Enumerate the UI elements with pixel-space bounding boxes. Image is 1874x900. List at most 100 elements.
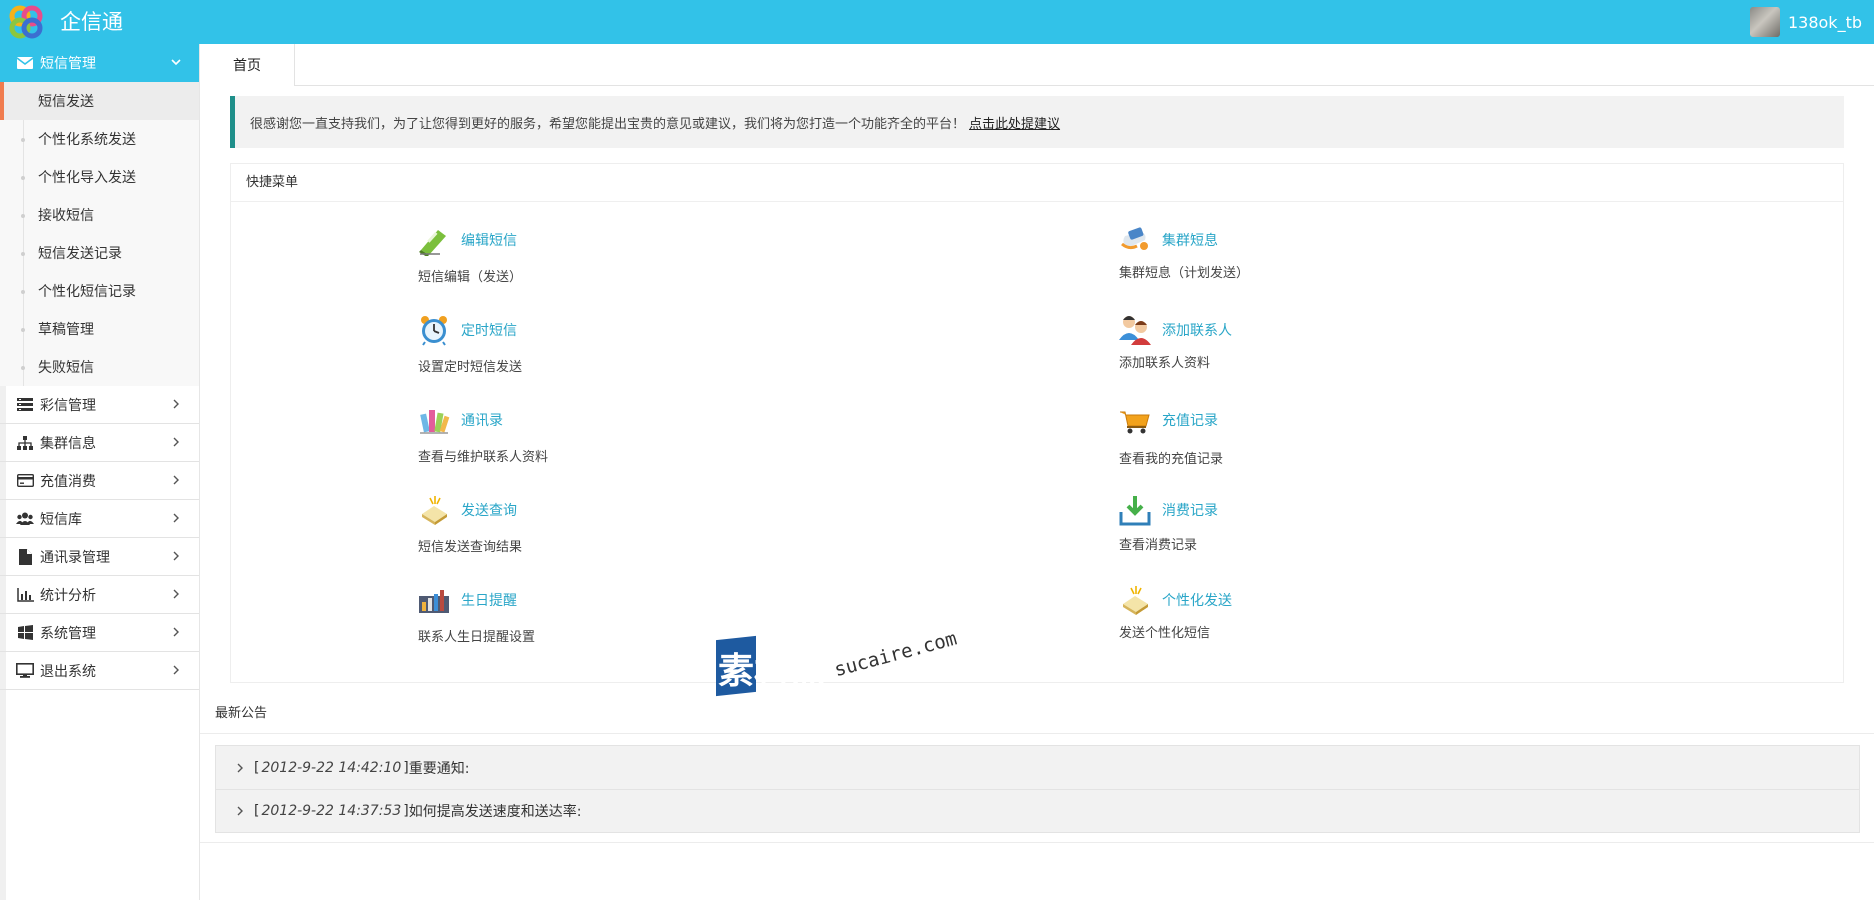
sidebar-item-receive-sms[interactable]: 接收短信 — [0, 196, 199, 234]
chevron-right-icon — [173, 589, 179, 599]
notice-text: 很感谢您一直支持我们，为了让您得到更好的服务，希望您能提出宝贵的意见或建议，我们… — [250, 116, 966, 132]
quick-item-group-sms[interactable]: 集群短息 集群短息（计划发送） — [1119, 224, 1479, 294]
sidebar-item-label: 个性化系统发送 — [38, 132, 136, 148]
sidebar-group-recharge[interactable]: 充值消费 — [0, 462, 199, 500]
watermark-brand-en: sucaire.com — [832, 627, 960, 682]
sidebar-group-label: 系统管理 — [40, 625, 96, 642]
group-sms-icon — [1121, 227, 1148, 250]
sidebar-item-personalized-import-send[interactable]: 个性化导入发送 — [0, 158, 199, 196]
quick-item-edit-sms[interactable]: 编辑短信 短信编辑（发送） — [418, 224, 778, 294]
sidebar: 短信管理 短信发送 个性化系统发送 个性化导入发送 接收短信 短信发送记录 个性… — [0, 44, 200, 900]
announcement-row[interactable]: [ 2012-9-22 14:42:10 ] 重要通知: — [216, 746, 1859, 789]
sidebar-group-label: 集群信息 — [40, 435, 96, 452]
sidebar-item-label: 短信发送 — [38, 94, 94, 110]
chevron-right-icon — [173, 665, 179, 675]
chevron-right-icon — [173, 437, 179, 447]
quick-item-add-contact[interactable]: 添加联系人 添加联系人资料 — [1119, 314, 1479, 384]
bar-chart-icon — [14, 587, 36, 603]
download-tray-icon — [1119, 496, 1151, 526]
sidebar-subnav-sms: 短信发送 个性化系统发送 个性化导入发送 接收短信 短信发送记录 个性化短信记录… — [0, 82, 199, 386]
sidebar-item-sms-send[interactable]: 短信发送 — [0, 82, 199, 120]
quick-item-scheduled-sms[interactable]: 定时短信 设置定时短信发送 — [418, 314, 778, 384]
quick-item-desc: 设置定时短信发送 — [418, 360, 523, 375]
username[interactable]: 138ok_tb — [1788, 13, 1862, 32]
file-icon — [14, 548, 36, 565]
tab-bar: 首页 — [200, 44, 1874, 86]
quick-item-title[interactable]: 生日提醒 — [461, 590, 517, 610]
announcements-title: 最新公告 — [215, 706, 268, 721]
quick-item-consumption-records[interactable]: 消费记录 查看消费记录 — [1119, 494, 1479, 564]
sidebar-group-label: 退出系统 — [40, 663, 96, 680]
quick-item-title[interactable]: 集群短息 — [1162, 230, 1218, 250]
sidebar-item-failed-sms[interactable]: 失败短信 — [0, 348, 199, 386]
sidebar-item-send-records[interactable]: 短信发送记录 — [0, 234, 199, 272]
quick-item-recharge-records[interactable]: 充值记录 查看我的充值记录 — [1119, 404, 1479, 474]
announcement-row[interactable]: [ 2012-9-22 14:37:53 ] 如何提高发送速度和送达率: — [216, 789, 1859, 832]
user-menu[interactable]: 138ok_tb — [1749, 6, 1862, 38]
sidebar-group-label: 统计分析 — [40, 587, 96, 604]
send-query-icon — [422, 496, 447, 525]
sidebar-group-label: 充值消费 — [40, 473, 96, 490]
sidebar-item-personalized-records[interactable]: 个性化短信记录 — [0, 272, 199, 310]
sidebar-item-label: 接收短信 — [38, 208, 94, 224]
chevron-right-icon — [173, 399, 179, 409]
tab-home[interactable]: 首页 — [200, 44, 295, 86]
bracket-open: [ — [254, 803, 260, 819]
announcement-date: 2012-9-22 14:42:10 — [261, 759, 402, 776]
quick-item-custom-send[interactable]: 个性化发送 发送个性化短信 — [1119, 584, 1479, 654]
quick-item-title[interactable]: 充值记录 — [1162, 410, 1218, 430]
quick-item-title[interactable]: 个性化发送 — [1162, 590, 1232, 610]
chevron-right-icon — [173, 627, 179, 637]
sidebar-group-logout[interactable]: 退出系统 — [0, 652, 199, 690]
sitemap-icon — [14, 435, 36, 451]
quick-item-title[interactable]: 消费记录 — [1162, 500, 1218, 520]
quick-item-desc: 查看与维护联系人资料 — [418, 450, 549, 465]
monitor-icon — [14, 663, 36, 679]
divider — [200, 733, 1874, 734]
sidebar-group-contacts[interactable]: 通讯录管理 — [0, 538, 199, 576]
alarm-clock-icon — [421, 316, 447, 346]
bracket-open: [ — [254, 759, 260, 776]
sidebar-item-personalized-system-send[interactable]: 个性化系统发送 — [0, 120, 199, 158]
sidebar-group-label: 彩信管理 — [40, 397, 96, 414]
sidebar-group-system[interactable]: 系统管理 — [0, 614, 199, 652]
chevron-right-icon — [237, 806, 243, 816]
sidebar-group-label: 短信库 — [40, 511, 82, 528]
sidebar-group-statistics[interactable]: 统计分析 — [0, 576, 199, 614]
chevron-right-icon — [173, 513, 179, 523]
chevron-right-icon — [173, 475, 179, 485]
quick-item-title[interactable]: 通讯录 — [461, 410, 503, 430]
quick-item-desc: 发送个性化短信 — [1119, 626, 1211, 641]
list-icon — [14, 397, 36, 413]
feedback-link[interactable]: 点击此处提建议 — [969, 113, 1060, 132]
quick-item-title[interactable]: 添加联系人 — [1162, 320, 1232, 340]
sidebar-group-cluster[interactable]: 集群信息 — [0, 424, 199, 462]
envelope-icon — [14, 55, 36, 71]
sidebar-item-drafts[interactable]: 草稿管理 — [0, 310, 199, 348]
avatar[interactable] — [1749, 7, 1780, 37]
quick-item-desc: 短信发送查询结果 — [418, 540, 523, 555]
quick-item-title[interactable]: 定时短信 — [461, 320, 517, 340]
quick-item-title[interactable]: 编辑短信 — [461, 230, 517, 250]
announcement-title[interactable]: 如何提高发送速度和送达率: — [409, 801, 582, 821]
add-contact-icon — [1119, 316, 1151, 345]
quick-item-send-query[interactable]: 发送查询 短信发送查询结果 — [418, 494, 778, 564]
edit-sms-icon — [419, 230, 446, 256]
sidebar-item-label: 个性化导入发送 — [38, 170, 136, 186]
app-logo[interactable] — [9, 5, 43, 39]
announcement-date: 2012-9-22 14:37:53 — [261, 803, 402, 819]
quick-item-desc: 查看消费记录 — [1119, 538, 1198, 553]
quick-item-title[interactable]: 发送查询 — [461, 500, 517, 520]
quick-item-desc: 短信编辑（发送） — [418, 270, 523, 285]
chevron-right-icon — [237, 763, 243, 772]
sidebar-group-sms[interactable]: 短信管理 — [0, 44, 199, 82]
announcement-title[interactable]: 重要通知: — [409, 758, 470, 778]
sidebar-item-label: 短信发送记录 — [38, 246, 122, 262]
quick-item-address-book[interactable]: 通讯录 查看与维护联系人资料 — [418, 404, 778, 474]
quick-item-desc: 集群短息（计划发送） — [1119, 266, 1250, 281]
sidebar-group-sms-library[interactable]: 短信库 — [0, 500, 199, 538]
quick-menu-panel: 快捷菜单 编辑短信 短信编辑（发送） 定时短信 设置定时短信发送 通讯录 查看与… — [230, 163, 1844, 683]
quick-item-desc: 联系人生日提醒设置 — [418, 630, 536, 645]
chevron-right-icon — [173, 551, 179, 561]
sidebar-group-mms[interactable]: 彩信管理 — [0, 386, 199, 424]
